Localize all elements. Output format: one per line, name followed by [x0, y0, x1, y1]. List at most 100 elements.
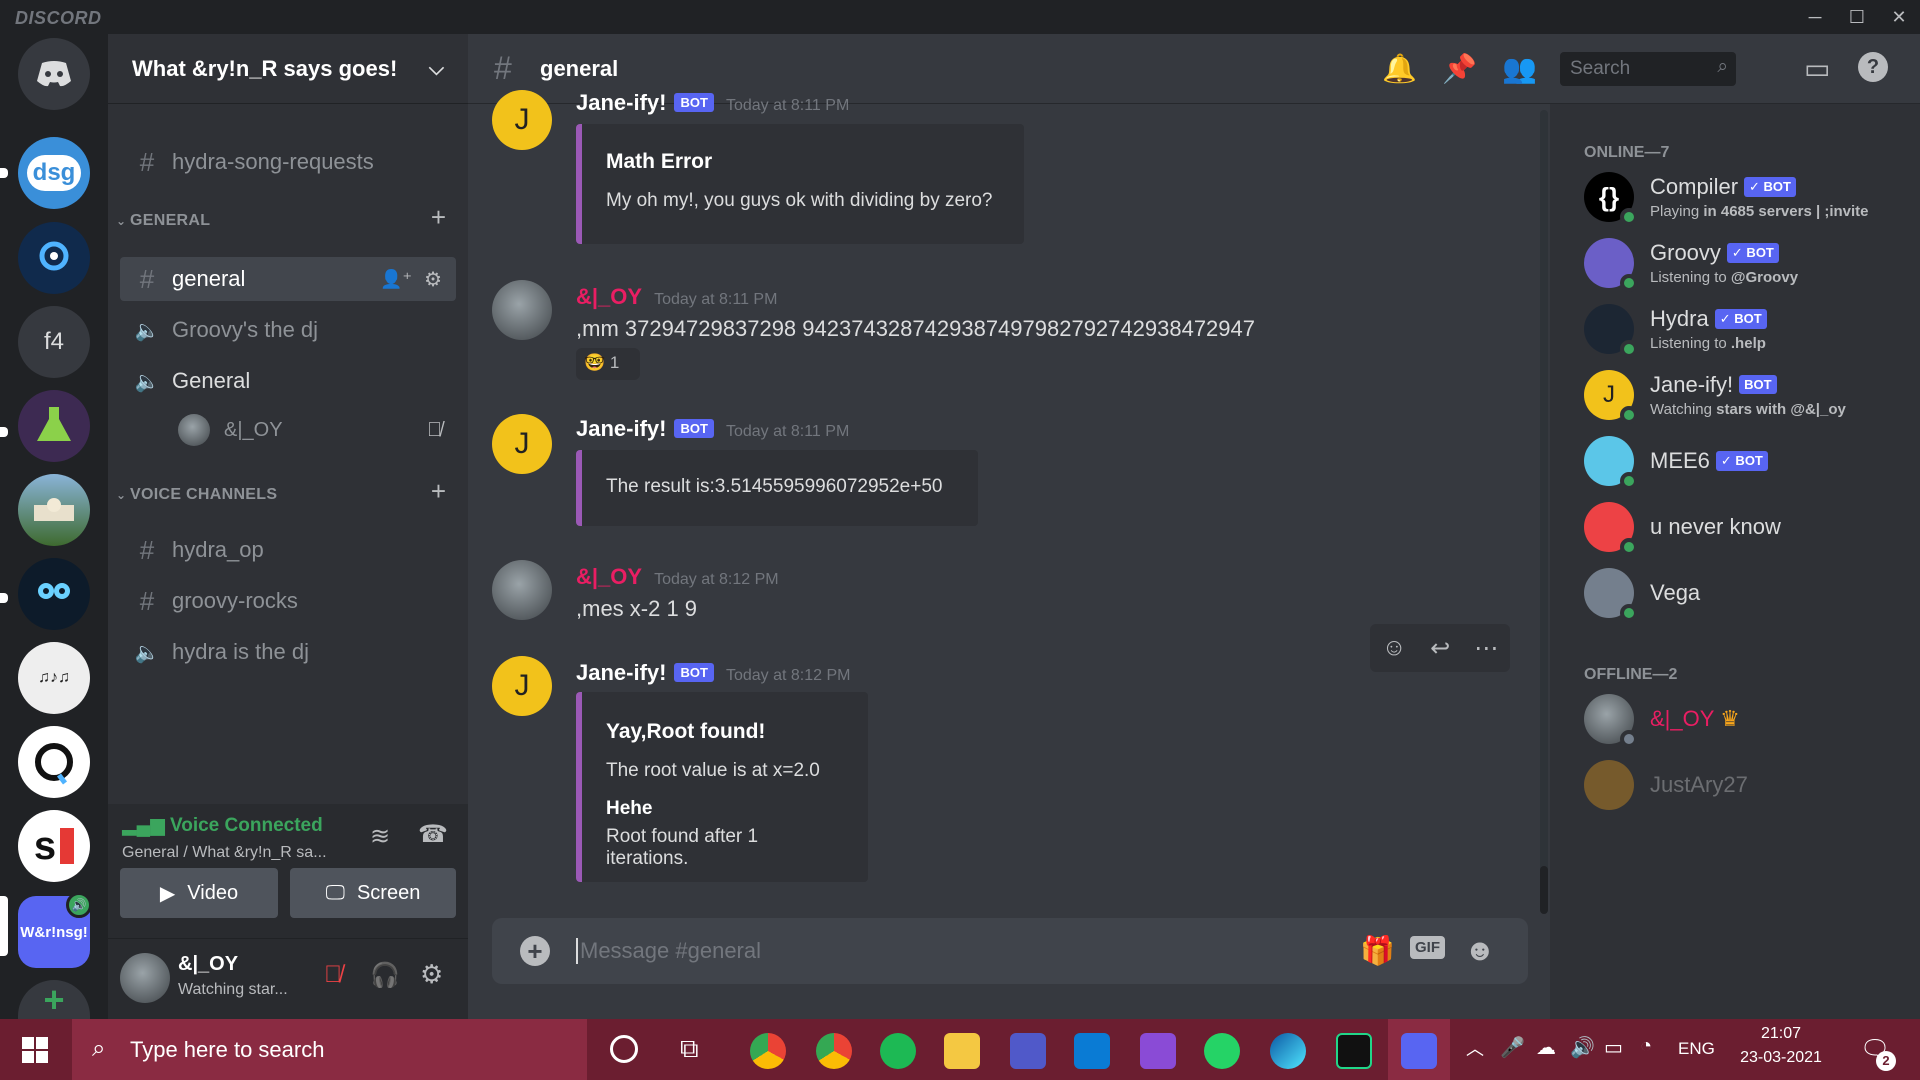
member-u-never-know[interactable]: u never know [1584, 502, 1914, 562]
channel-general[interactable]: # general 👤⁺ ⚙ [120, 257, 456, 301]
member-oy[interactable]: &|_OY ♛ [1584, 694, 1914, 754]
emoji-icon[interactable]: ☻ [1464, 934, 1496, 968]
member-janeify[interactable]: J Jane-ify! BOT Watching stars with @&|_o… [1584, 370, 1914, 430]
help-icon[interactable]: ? [1858, 52, 1888, 82]
message-author[interactable]: &|_OY Today at 8:11 PM [576, 284, 777, 310]
member-justary27[interactable]: JustAry27 [1584, 760, 1914, 820]
channel-hydra-dj[interactable]: 🔈 hydra is the dj [120, 630, 456, 674]
reaction[interactable]: 🤓 1 [576, 348, 640, 380]
noise-suppression-icon[interactable]: ≋ [370, 822, 390, 851]
inbox-icon[interactable]: ▭ [1804, 52, 1830, 85]
settings-gear-icon[interactable]: ⚙ [420, 959, 443, 990]
cloud-icon[interactable]: ☁ [1536, 1035, 1556, 1060]
server-music[interactable]: ♫♪♫ [18, 642, 90, 714]
gear-icon[interactable]: ⚙ [424, 267, 442, 292]
message-input[interactable]: Message #general [576, 938, 1276, 964]
server-f4[interactable]: f4 [18, 306, 90, 378]
server-dsg[interactable]: dsg [18, 137, 90, 209]
pin-icon[interactable]: 📌 [1442, 52, 1477, 85]
muted-mic-icon[interactable]: 🎙̸ [324, 961, 342, 989]
teams-icon[interactable] [1010, 1033, 1046, 1069]
pycharm-icon[interactable] [1336, 1033, 1372, 1069]
channel-groovy-dj[interactable]: 🔈 Groovy's the dj [120, 308, 456, 352]
server-building[interactable] [18, 474, 90, 546]
message-author[interactable]: Jane-ify! BOT Today at 8:12 PM [576, 660, 850, 686]
voice-panel: ▂▄▆ Voice Connected General / What &ry!n… [108, 804, 468, 939]
channel-hydra-song-requests[interactable]: # hydra-song-requests [120, 140, 456, 184]
channel-hydra-op[interactable]: # hydra_op [120, 528, 456, 572]
create-channel-plus-icon[interactable]: + [431, 476, 446, 507]
server-owl[interactable] [18, 558, 90, 630]
spotify-icon[interactable] [880, 1033, 916, 1069]
visual-studio-icon[interactable] [1140, 1033, 1176, 1069]
member-vega[interactable]: Vega [1584, 568, 1914, 628]
file-explorer-icon[interactable] [944, 1033, 980, 1069]
avatar[interactable]: J [492, 90, 552, 150]
category-voice[interactable]: ⌄ VOICE CHANNELS [116, 486, 277, 504]
guild-header[interactable]: What &ry!n_R says goes! ⌵ [108, 34, 468, 104]
create-channel-plus-icon[interactable]: + [431, 202, 446, 233]
vscode-icon[interactable] [1074, 1033, 1110, 1069]
server-circle[interactable] [18, 726, 90, 798]
chevron-down-icon[interactable]: ⌵ [429, 58, 444, 81]
avatar[interactable]: J [492, 414, 552, 474]
message-author[interactable]: Jane-ify! BOT Today at 8:11 PM [576, 90, 849, 116]
close-icon[interactable]: ✕ [1884, 4, 1914, 30]
taskbar-search[interactable]: ⌕ Type here to search [72, 1019, 587, 1080]
bell-icon[interactable]: 🔔 [1382, 52, 1417, 85]
discord-taskbar-button[interactable] [1388, 1019, 1450, 1080]
screen-share-button[interactable]: 🖵 Screen [290, 868, 456, 918]
message-author[interactable]: &|_OY Today at 8:12 PM [576, 564, 779, 590]
voice-location[interactable]: General / What &ry!n_R sa... [122, 844, 327, 862]
disconnect-icon[interactable]: ☎ [418, 820, 448, 849]
member-mee6[interactable]: MEE6 ✓ BOT [1584, 436, 1914, 496]
message-author[interactable]: Jane-ify! BOT Today at 8:11 PM [576, 416, 849, 442]
voice-user-row[interactable]: &|_OY 🎙̸ [164, 408, 456, 452]
wifi-icon[interactable]: ◔ [1640, 1035, 1652, 1058]
cortana-icon[interactable] [610, 1035, 638, 1063]
maximize-icon[interactable]: ☐ [1842, 4, 1872, 30]
server-chemical[interactable] [18, 390, 90, 462]
clock[interactable]: 21:07 23-03-2021 [1736, 1025, 1826, 1067]
headphones-icon[interactable]: 🎧 [370, 961, 400, 990]
minimize-icon[interactable]: ─ [1800, 4, 1830, 30]
member-groovy[interactable]: Groovy ✓ BOT Listening to @Groovy [1584, 238, 1914, 298]
search-input[interactable]: Search ⌕ [1560, 52, 1736, 86]
member-compiler[interactable]: {} Compiler ✓ BOT Playing in 4685 servers… [1584, 172, 1914, 232]
task-view-icon[interactable]: ⧉ [680, 1033, 699, 1065]
whatsapp-icon[interactable] [1204, 1033, 1240, 1069]
volume-icon[interactable]: 🔊 [1570, 1035, 1595, 1060]
microphone-icon[interactable]: 🎤 [1500, 1035, 1525, 1060]
members-icon[interactable]: 👥 [1502, 52, 1537, 85]
avatar[interactable] [492, 560, 552, 620]
reply-icon[interactable]: ↩ [1430, 634, 1450, 663]
add-server-button[interactable]: + [18, 980, 90, 1020]
chrome-icon[interactable] [750, 1033, 786, 1069]
avatar[interactable] [120, 953, 170, 1003]
more-icon[interactable]: ⋯ [1474, 634, 1498, 663]
home-button[interactable] [18, 38, 90, 110]
invite-icon[interactable]: 👤⁺ [380, 269, 412, 290]
chevron-up-icon[interactable]: ︿ [1466, 1035, 1484, 1061]
scrollbar[interactable] [1540, 110, 1548, 914]
server-campus[interactable] [18, 222, 90, 294]
category-general[interactable]: ⌄ GENERAL [116, 212, 210, 230]
scrollbar-thumb[interactable] [1540, 866, 1548, 914]
avatar[interactable]: J [492, 656, 552, 716]
member-hydra[interactable]: Hydra ✓ BOT Listening to .help [1584, 304, 1914, 364]
voice-status[interactable]: ▂▄▆ Voice Connected [122, 814, 323, 837]
channel-groovy-rocks[interactable]: # groovy-rocks [120, 579, 456, 623]
chrome-profile-icon[interactable] [816, 1033, 852, 1069]
gift-icon[interactable]: 🎁 [1360, 934, 1395, 967]
server-s[interactable]: s [18, 810, 90, 882]
language-indicator[interactable]: ENG [1678, 1039, 1715, 1059]
avatar[interactable] [492, 280, 552, 340]
video-button[interactable]: ▶ Video [120, 868, 278, 918]
channel-general-voice[interactable]: 🔈 General [120, 359, 456, 403]
gif-button[interactable]: GIF [1410, 936, 1445, 959]
battery-icon[interactable]: ▭ [1604, 1035, 1623, 1060]
edge-icon[interactable] [1270, 1033, 1306, 1069]
windows-start-icon[interactable] [22, 1037, 48, 1063]
attach-plus-icon[interactable]: + [520, 936, 550, 966]
add-reaction-icon[interactable]: ☺ [1382, 634, 1407, 662]
